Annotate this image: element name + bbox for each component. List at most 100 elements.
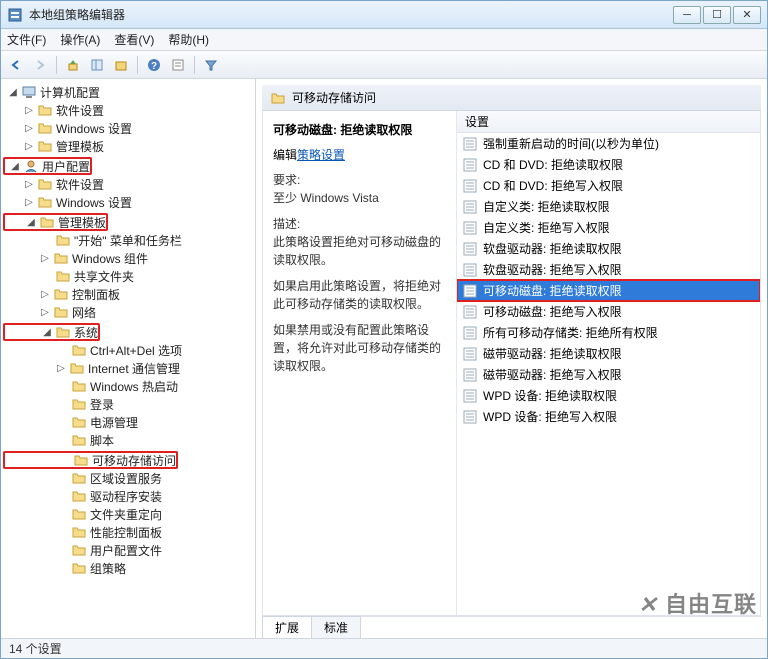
folder-icon [55, 232, 71, 248]
requirements-label: 要求: [273, 173, 300, 187]
tree-node-system-child[interactable]: 区域设置服务 [3, 469, 255, 487]
policy-row[interactable]: 软盘驱动器: 拒绝写入权限 [457, 259, 760, 280]
folder-icon [69, 360, 85, 376]
expand-icon[interactable]: ▷ [39, 252, 51, 264]
policy-label: CD 和 DVD: 拒绝写入权限 [483, 177, 623, 194]
tree-node-user-admin-templates[interactable]: ◢管理模板 [3, 213, 108, 231]
tree-node-computer-config[interactable]: ◢计算机配置 [3, 83, 255, 101]
folder-icon [71, 342, 87, 358]
tree-node-user-software[interactable]: ▷软件设置 [3, 175, 255, 193]
collapse-icon[interactable]: ◢ [9, 160, 21, 172]
policy-label: 所有可移动存储类: 拒绝所有权限 [483, 324, 658, 341]
tree-node-start-menu[interactable]: "开始" 菜单和任务栏 [3, 231, 255, 249]
tree-node-system-child[interactable]: 可移动存储访问 [3, 451, 178, 469]
tree-node-system-child[interactable]: 用户配置文件 [3, 541, 255, 559]
tree-pane[interactable]: ◢计算机配置 ▷软件设置 ▷Windows 设置 ▷管理模板 ◢用户配置 ▷软件… [1, 79, 256, 638]
policy-row[interactable]: 自定义类: 拒绝读取权限 [457, 196, 760, 217]
policy-icon [463, 221, 477, 235]
tree-node-system-child[interactable]: 驱动程序安装 [3, 487, 255, 505]
tree-node-user-windows[interactable]: ▷Windows 设置 [3, 193, 255, 211]
expand-icon[interactable]: ▷ [39, 288, 51, 300]
expand-icon[interactable]: ▷ [23, 122, 35, 134]
help-button[interactable]: ? [143, 54, 165, 76]
folder-icon [53, 250, 69, 266]
tree-node-system-child[interactable]: 登录 [3, 395, 255, 413]
tree-node-system-child[interactable]: 文件夹重定向 [3, 505, 255, 523]
tree-node-system-child[interactable]: 性能控制面板 [3, 523, 255, 541]
description-p2: 如果禁用或没有配置此策略设置，将允许对此可移动存储类的读取权限。 [273, 321, 446, 375]
nav-forward-button[interactable] [29, 54, 51, 76]
tree-node-control-panel[interactable]: ▷控制面板 [3, 285, 255, 303]
close-button[interactable]: ✕ [733, 6, 761, 24]
tree-node-software-settings[interactable]: ▷软件设置 [3, 101, 255, 119]
policy-label: 可移动磁盘: 拒绝读取权限 [483, 282, 622, 299]
folder-icon [71, 488, 87, 504]
settings-column-header[interactable]: 设置 [457, 111, 760, 133]
policy-row[interactable]: 强制重新启动的时间(以秒为单位) [457, 133, 760, 154]
policy-label: WPD 设备: 拒绝写入权限 [483, 408, 617, 425]
tree-node-system-child[interactable]: ▷Internet 通信管理 [3, 359, 255, 377]
policy-row[interactable]: 可移动磁盘: 拒绝写入权限 [457, 301, 760, 322]
policy-row[interactable]: 可移动磁盘: 拒绝读取权限 [457, 280, 760, 301]
menubar: 文件(F) 操作(A) 查看(V) 帮助(H) [1, 29, 767, 51]
policy-icon [463, 284, 477, 298]
tree-node-admin-templates[interactable]: ▷管理模板 [3, 137, 255, 155]
policy-row[interactable]: 磁带驱动器: 拒绝写入权限 [457, 364, 760, 385]
tree-node-system-child[interactable]: 电源管理 [3, 413, 255, 431]
expand-icon[interactable]: ▷ [39, 306, 51, 318]
app-window: 本地组策略编辑器 ─ ☐ ✕ 文件(F) 操作(A) 查看(V) 帮助(H) ?… [0, 0, 768, 659]
policy-label: 磁带驱动器: 拒绝读取权限 [483, 345, 622, 362]
minimize-button[interactable]: ─ [673, 6, 701, 24]
up-button[interactable] [62, 54, 84, 76]
policy-row[interactable]: 软盘驱动器: 拒绝读取权限 [457, 238, 760, 259]
policy-row[interactable]: CD 和 DVD: 拒绝读取权限 [457, 154, 760, 175]
expand-icon[interactable]: ▷ [23, 178, 35, 190]
policy-list-panel: 设置 强制重新启动的时间(以秒为单位)CD 和 DVD: 拒绝读取权限 CD 和 … [457, 111, 760, 615]
export-button[interactable] [110, 54, 132, 76]
menu-file[interactable]: 文件(F) [7, 31, 46, 48]
maximize-button[interactable]: ☐ [703, 6, 731, 24]
user-icon [23, 158, 39, 174]
menu-action[interactable]: 操作(A) [60, 31, 100, 48]
collapse-icon[interactable]: ◢ [25, 216, 37, 228]
policy-row[interactable]: 磁带驱动器: 拒绝读取权限 [457, 343, 760, 364]
show-hide-tree-button[interactable] [86, 54, 108, 76]
tree-node-system-child[interactable]: 脚本 [3, 431, 255, 449]
detail-pane: 可移动存储访问 可移动磁盘: 拒绝读取权限 编辑策略设置 要求:至少 Windo… [256, 79, 767, 638]
tree-node-windows-settings[interactable]: ▷Windows 设置 [3, 119, 255, 137]
policy-row[interactable]: CD 和 DVD: 拒绝写入权限 [457, 175, 760, 196]
tree-node-system[interactable]: ◢系统 [3, 323, 100, 341]
expand-icon[interactable]: ▷ [23, 196, 35, 208]
folder-icon [53, 304, 69, 320]
description-value: 此策略设置拒绝对可移动磁盘的读取权限。 [273, 235, 441, 267]
policy-label: 软盘驱动器: 拒绝写入权限 [483, 261, 622, 278]
policy-row[interactable]: WPD 设备: 拒绝读取权限 [457, 385, 760, 406]
tree-node-system-child[interactable]: 组策略 [3, 559, 255, 577]
folder-icon [270, 90, 286, 106]
tab-extended[interactable]: 扩展 [262, 616, 312, 638]
tree-node-user-config[interactable]: ◢用户配置 [3, 157, 92, 175]
policy-list[interactable]: 强制重新启动的时间(以秒为单位)CD 和 DVD: 拒绝读取权限 CD 和 DVD… [457, 133, 760, 427]
tab-standard[interactable]: 标准 [311, 616, 361, 638]
policy-row[interactable]: WPD 设备: 拒绝写入权限 [457, 406, 760, 427]
folder-open-icon [55, 324, 71, 340]
expand-icon[interactable]: ▷ [23, 140, 35, 152]
nav-back-button[interactable] [5, 54, 27, 76]
policy-row[interactable]: 自定义类: 拒绝写入权限 [457, 217, 760, 238]
tree-node-shared-folders[interactable]: 共享文件夹 [3, 267, 255, 285]
collapse-icon[interactable]: ◢ [41, 326, 53, 338]
tree-node-windows-components[interactable]: ▷Windows 组件 [3, 249, 255, 267]
properties-button[interactable] [167, 54, 189, 76]
menu-help[interactable]: 帮助(H) [168, 31, 209, 48]
expand-icon[interactable]: ▷ [55, 362, 67, 374]
tree-node-system-child[interactable]: Windows 热启动 [3, 377, 255, 395]
policy-row[interactable]: 所有可移动存储类: 拒绝所有权限 [457, 322, 760, 343]
collapse-icon[interactable]: ◢ [7, 86, 19, 98]
menu-view[interactable]: 查看(V) [114, 31, 154, 48]
filter-button[interactable] [200, 54, 222, 76]
window-buttons: ─ ☐ ✕ [673, 6, 761, 24]
tree-node-system-child[interactable]: Ctrl+Alt+Del 选项 [3, 341, 255, 359]
tree-node-network[interactable]: ▷网络 [3, 303, 255, 321]
policy-settings-link[interactable]: 策略设置 [297, 148, 345, 162]
expand-icon[interactable]: ▷ [23, 104, 35, 116]
